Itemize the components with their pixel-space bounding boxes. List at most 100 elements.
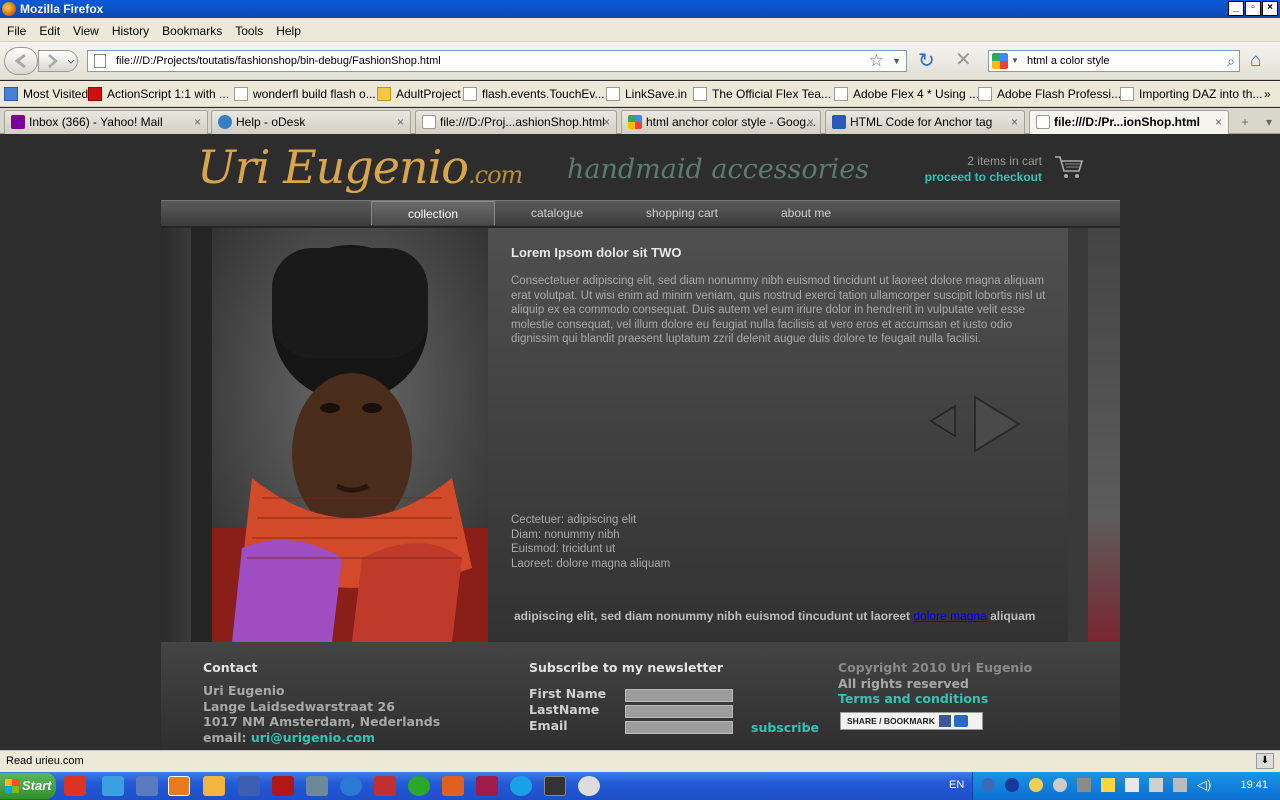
nav-catalogue[interactable]: catalogue — [507, 201, 607, 225]
menu-file[interactable]: File — [0, 18, 32, 38]
taskbar-app-icon[interactable] — [203, 776, 225, 796]
site-logo[interactable]: Uri Eugenio.com — [197, 140, 523, 194]
bookmark-item[interactable]: Adobe Flash Professi... — [978, 86, 1121, 102]
taskbar-app-icon[interactable] — [374, 776, 396, 796]
bookmark-item[interactable]: The Official Flex Tea... — [693, 86, 831, 102]
close-tab-icon[interactable]: × — [397, 111, 404, 133]
email-link[interactable]: uri@urigenio.com — [251, 730, 375, 745]
close-tab-icon[interactable]: × — [1215, 111, 1222, 133]
reload-icon[interactable]: ↻ — [918, 51, 940, 71]
taskbar-app-icon[interactable] — [442, 776, 464, 796]
taskbar-app-icon[interactable] — [238, 776, 260, 796]
restore-button[interactable]: ▫ — [1245, 1, 1261, 16]
taskbar-app-icon[interactable] — [476, 776, 498, 796]
tray-icon[interactable] — [1149, 778, 1163, 792]
first-name-input[interactable] — [625, 689, 733, 702]
bookmark-star-icon[interactable]: ☆ — [869, 51, 884, 71]
nav-collection[interactable]: collection — [371, 201, 495, 225]
tray-icon[interactable] — [1029, 778, 1043, 792]
search-icon[interactable]: ⌕ — [1227, 51, 1235, 71]
minimize-button[interactable]: _ — [1228, 1, 1244, 16]
taskbar-flash-icon[interactable] — [272, 776, 294, 796]
taskbar-app-icon[interactable] — [102, 776, 124, 796]
copyright: Copyright 2010 Uri Eugenio All rights re… — [838, 660, 1033, 706]
forward-button[interactable] — [38, 50, 78, 72]
close-tab-icon[interactable]: × — [603, 111, 610, 133]
taskbar-skype-icon[interactable] — [510, 776, 532, 796]
tray-icon[interactable] — [1101, 778, 1115, 792]
address-bar[interactable]: file:///D:/Projects/toutatis/fashionshop… — [87, 50, 907, 72]
start-button[interactable]: Start — [0, 773, 56, 799]
bookmark-item[interactable]: Most Visited — [4, 86, 88, 102]
home-icon[interactable]: ⌂ — [1250, 50, 1272, 72]
network-icon[interactable] — [1173, 778, 1187, 792]
checkout-link[interactable]: proceed to checkout — [925, 170, 1042, 184]
tab-google-search[interactable]: html anchor color style - Goog... × — [621, 110, 821, 134]
stop-icon[interactable]: ✕ — [955, 50, 977, 70]
taskbar-app-icon[interactable] — [340, 776, 362, 796]
taskbar-app-icon[interactable] — [544, 776, 566, 796]
tray-icon[interactable] — [1053, 778, 1067, 792]
menu-history[interactable]: History — [105, 18, 155, 38]
google-icon[interactable] — [992, 53, 1008, 69]
taskbar-app-icon[interactable] — [306, 776, 328, 796]
menu-edit[interactable]: Edit — [32, 18, 66, 38]
language-indicator[interactable]: EN — [949, 779, 964, 791]
left-panel-edge — [161, 228, 191, 642]
last-name-input[interactable] — [625, 705, 733, 718]
tab-anchor-code[interactable]: HTML Code for Anchor tag × — [825, 110, 1025, 134]
menu-tools[interactable]: Tools — [228, 18, 269, 38]
tab-odesk[interactable]: Help - oDesk × — [211, 110, 411, 134]
bookmark-item[interactable]: AdultProject — [377, 86, 461, 102]
close-window-button[interactable]: × — [1262, 1, 1278, 16]
tray-icon[interactable] — [1125, 778, 1139, 792]
url-dropdown-icon[interactable]: ▼ — [892, 51, 901, 71]
volume-icon[interactable]: ◁) — [1197, 777, 1211, 793]
menu-bookmarks[interactable]: Bookmarks — [155, 18, 228, 38]
newsletter-heading: Subscribe to my newsletter — [529, 660, 724, 675]
bookmark-item[interactable]: wonderfl build flash o... — [234, 86, 376, 102]
close-tab-icon[interactable]: × — [807, 111, 814, 133]
share-bookmark-button[interactable]: SHARE / BOOKMARK — [840, 712, 983, 730]
download-icon[interactable]: ⬇ — [1256, 753, 1274, 769]
previous-arrow-icon[interactable] — [929, 404, 957, 438]
bluetooth-icon[interactable] — [1005, 778, 1019, 792]
close-tab-icon[interactable]: × — [194, 111, 201, 133]
firefox-icon — [2, 2, 16, 16]
tab-fashionshop-active[interactable]: file:///D:/Pr...ionShop.html × — [1029, 110, 1229, 135]
search-engine-dropdown-icon[interactable]: ▼ — [1011, 51, 1019, 71]
tab-yahoo-mail[interactable]: Inbox (366) - Yahoo! Mail × — [4, 110, 208, 134]
new-tab-button[interactable]: + — [1234, 112, 1256, 132]
taskbar-app-icon[interactable] — [408, 776, 430, 796]
terms-link[interactable]: Terms and conditions — [838, 691, 988, 706]
bookmark-item[interactable]: Adobe Flex 4 * Using ... — [834, 86, 979, 102]
close-tab-icon[interactable]: × — [1011, 111, 1018, 133]
nav-shopping-cart[interactable]: shopping cart — [631, 201, 733, 225]
bookmark-item[interactable]: Importing DAZ into th... — [1120, 86, 1262, 102]
search-field[interactable]: ▼ html a color style ⌕ — [988, 50, 1240, 72]
taskbar-app-icon[interactable] — [64, 776, 86, 796]
bookmark-item[interactable]: LinkSave.in — [606, 86, 687, 102]
tray-icon[interactable] — [1077, 778, 1091, 792]
dolore-magna-link[interactable]: dolore magna — [913, 609, 986, 623]
site-footer: Contact Uri Eugenio Lange Laidsedwarstra… — [161, 642, 1120, 750]
menu-help[interactable]: Help — [269, 18, 307, 38]
email-input[interactable] — [625, 721, 733, 734]
bookmarks-overflow-icon[interactable]: » — [1264, 86, 1271, 102]
nav-about-me[interactable]: about me — [757, 201, 855, 225]
back-button[interactable] — [4, 47, 38, 75]
shopping-cart-icon[interactable] — [1054, 154, 1084, 180]
tab-fashionshop-1[interactable]: file:///D:/Proj...ashionShop.html × — [415, 110, 617, 134]
taskbar-firefox-icon[interactable] — [168, 776, 190, 796]
bookmark-item[interactable]: ActionScript 1:1 with ... — [88, 86, 229, 102]
article-footer: adipiscing elit, sed diam nonummy nibh e… — [514, 609, 1036, 623]
taskbar-app-icon[interactable] — [136, 776, 158, 796]
yahoo-icon — [11, 115, 25, 129]
tab-list-icon[interactable]: ▾ — [1262, 112, 1276, 132]
tray-icon[interactable] — [981, 778, 995, 792]
taskbar-app-icon[interactable] — [578, 776, 600, 796]
bookmark-item[interactable]: flash.events.TouchEv... — [463, 86, 605, 102]
menu-view[interactable]: View — [66, 18, 105, 38]
subscribe-button[interactable]: subscribe — [751, 720, 819, 735]
next-arrow-icon[interactable] — [972, 394, 1022, 454]
